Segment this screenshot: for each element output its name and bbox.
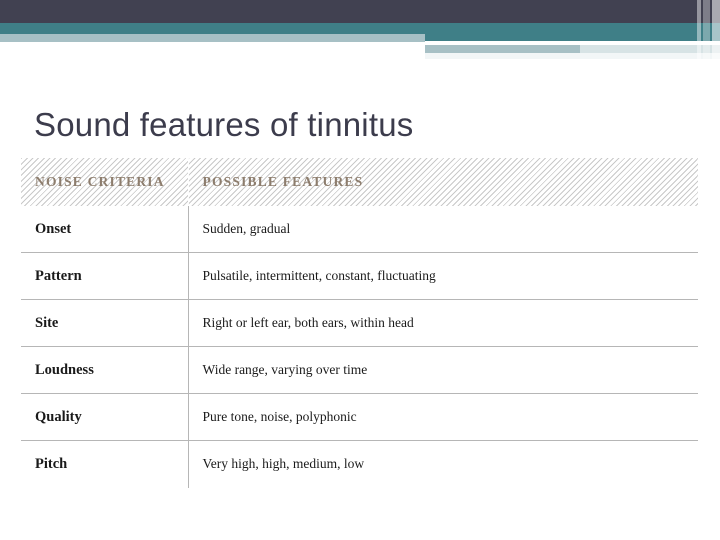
table-row: Loudness Wide range, varying over time	[21, 346, 698, 394]
cell-noise-criteria: Loudness	[21, 346, 188, 394]
table-column-divider-stub	[188, 462, 189, 488]
cell-noise-criteria: Site	[21, 299, 188, 347]
sound-features-table: NOISE CRITERIA POSSIBLE FEATURES Onset S…	[21, 158, 698, 487]
banner-vertical-strip-3	[712, 0, 720, 60]
table-body: Onset Sudden, gradual Pattern Pulsatile,…	[21, 206, 698, 487]
banner-band-pale-faint	[425, 53, 720, 59]
cell-possible-features: Sudden, gradual	[187, 206, 698, 253]
cell-possible-features: Right or left ear, both ears, within hea…	[187, 299, 698, 347]
table-row: Pattern Pulsatile, intermittent, constan…	[21, 252, 698, 300]
banner-vertical-strip-2	[703, 0, 710, 60]
table-header: NOISE CRITERIA POSSIBLE FEATURES	[21, 158, 698, 206]
cell-possible-features: Wide range, varying over time	[187, 346, 698, 394]
page-title: Sound features of tinnitus	[34, 106, 414, 144]
table-row: Quality Pure tone, noise, polyphonic	[21, 393, 698, 441]
table-row: Site Right or left ear, both ears, withi…	[21, 299, 698, 347]
cell-noise-criteria: Pattern	[21, 252, 188, 300]
banner-band-teal	[0, 23, 720, 34]
banner-band-navy	[0, 0, 720, 23]
cell-noise-criteria: Onset	[21, 206, 188, 253]
cell-noise-criteria: Pitch	[35, 455, 68, 472]
table-header-row: NOISE CRITERIA POSSIBLE FEATURES	[21, 158, 698, 206]
cell-possible-features: Pure tone, noise, polyphonic	[187, 393, 698, 441]
banner-band-steel-left	[0, 34, 425, 42]
column-header-possible-features: POSSIBLE FEATURES	[187, 158, 698, 206]
cell-noise-criteria: Quality	[21, 393, 188, 441]
banner-band-teal-right	[425, 34, 720, 41]
table-row: Pitch Very high, high, medium, low	[21, 440, 698, 487]
banner-vertical-strip-1	[697, 0, 701, 60]
table-row: Onset Sudden, gradual	[21, 206, 698, 253]
top-decorative-banner	[0, 0, 720, 60]
cell-possible-features: Pulsatile, intermittent, constant, fluct…	[187, 252, 698, 300]
column-header-noise-criteria: NOISE CRITERIA	[21, 158, 188, 206]
cell-possible-features: Very high, high, medium, low	[187, 440, 698, 487]
